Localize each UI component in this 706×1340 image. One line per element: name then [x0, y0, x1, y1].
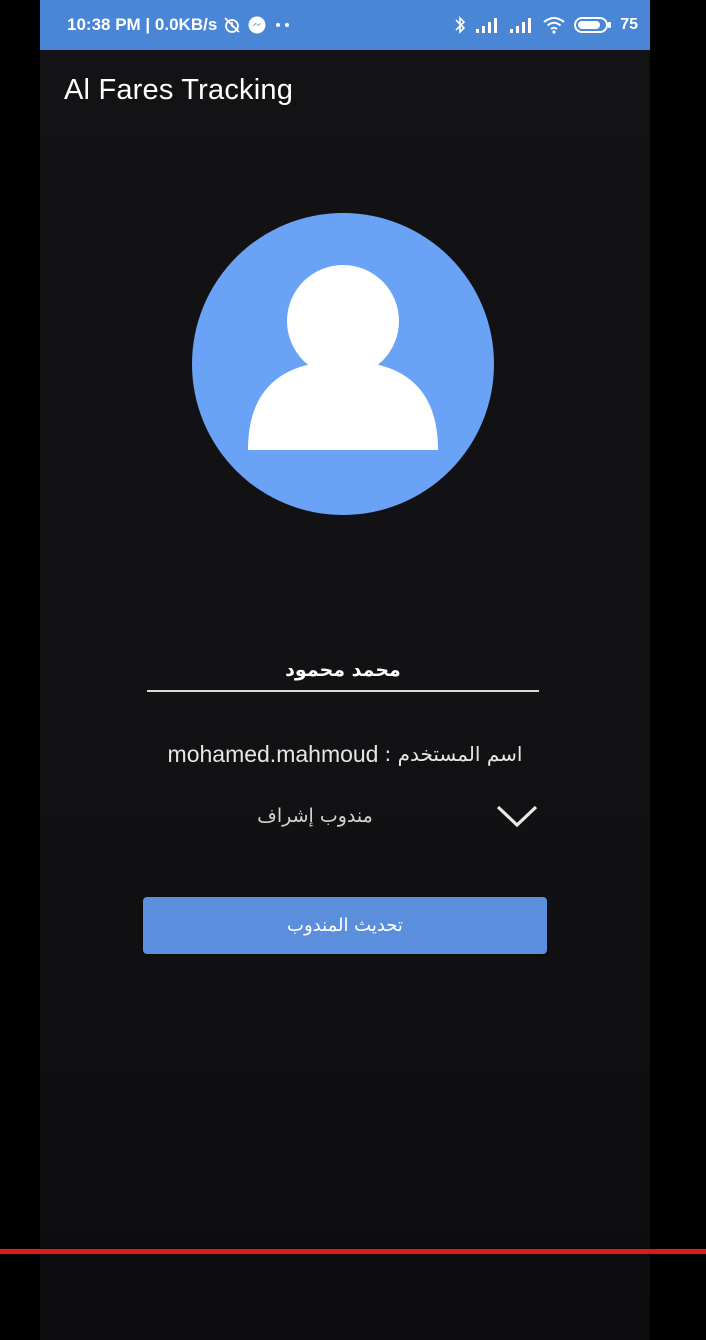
status-time: 10:38 PM | 0.0KB/s	[67, 15, 218, 34]
signal-icon	[508, 16, 534, 34]
video-progress-line	[0, 1249, 706, 1254]
avatar[interactable]	[192, 213, 494, 515]
app-title: Al Fares Tracking	[64, 74, 294, 106]
wifi-icon	[542, 16, 566, 34]
signal-icon	[474, 16, 500, 34]
role-dropdown[interactable]: مندوب إشراف	[240, 792, 540, 840]
role-selected-value: مندوب إشراف	[257, 805, 373, 827]
phone-screen: 10:38 PM | 0.0KB/s 75 Al Fares Tracking …	[40, 0, 650, 1340]
chevron-down-icon[interactable]	[495, 802, 539, 830]
username-value: mohamed.mahmoud	[167, 740, 379, 767]
name-field[interactable]: محمد محمود	[147, 648, 539, 692]
status-bar-right: 75	[454, 0, 638, 50]
username-row: mohamed.mahmoud اسم المستخدم :	[140, 734, 550, 774]
battery-icon	[574, 16, 612, 34]
messenger-icon	[247, 15, 267, 35]
person-icon	[192, 213, 494, 515]
battery-level: 75	[620, 16, 638, 33]
bluetooth-icon	[454, 15, 466, 35]
alarm-off-icon	[223, 16, 241, 34]
username-label: اسم المستخدم :	[384, 742, 523, 766]
status-bar-left: 10:38 PM | 0.0KB/s	[67, 0, 293, 50]
status-bar: 10:38 PM | 0.0KB/s 75	[40, 0, 650, 50]
update-agent-button[interactable]: تحديث المندوب	[143, 897, 547, 954]
more-dots-icon	[273, 20, 293, 30]
name-field-value: محمد محمود	[285, 659, 401, 681]
